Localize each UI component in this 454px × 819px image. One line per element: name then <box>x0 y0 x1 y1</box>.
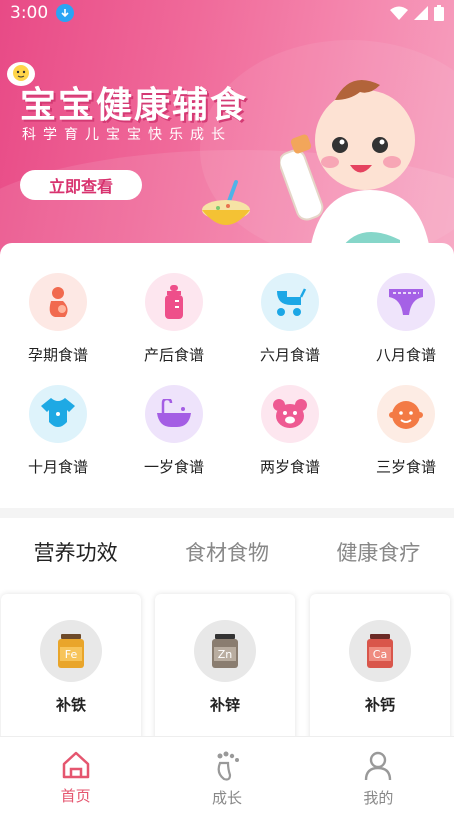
diaper-icon <box>377 273 435 331</box>
category-label: 三岁食谱 <box>375 458 436 476</box>
food-bowl-icon <box>202 180 250 225</box>
tab-nutrition-effects[interactable]: 营养功效 <box>0 537 151 567</box>
banner[interactable]: 宝宝健康辅食 科学育儿宝宝快乐成长 立即查看 <box>0 0 454 258</box>
nutrient-card-zinc[interactable]: Zn 补锌 <box>155 594 295 744</box>
category-two-years[interactable]: 两岁食谱 <box>232 385 348 477</box>
category-card: 孕期食谱 产后食谱 六月食谱 八月食谱 十月食谱 一岁食谱 两岁食谱 三岁食谱 <box>0 243 454 508</box>
category-label: 两岁食谱 <box>259 458 320 476</box>
category-label: 产后食谱 <box>143 346 204 364</box>
nav-label: 首页 <box>60 787 91 805</box>
nav-mine[interactable]: 我的 <box>303 737 454 819</box>
svg-text:Zn: Zn <box>218 648 233 661</box>
baby-face-icon <box>377 385 435 443</box>
footprint-icon <box>217 751 239 781</box>
category-label: 一岁食谱 <box>143 458 204 476</box>
banner-title: 宝宝健康辅食 <box>20 85 249 126</box>
nutrient-name: 补锌 <box>209 696 240 714</box>
nav-label: 成长 <box>211 789 242 807</box>
pregnant-icon <box>29 273 87 331</box>
category-label: 八月食谱 <box>375 346 436 364</box>
signal-icon <box>414 6 428 20</box>
calcium-jar-icon: Ca <box>349 620 411 682</box>
category-ten-months[interactable]: 十月食谱 <box>0 385 116 477</box>
zinc-jar-icon: Zn <box>194 620 256 682</box>
wifi-icon <box>390 6 408 20</box>
bottom-navigation: 首页 成长 我的 <box>0 736 454 819</box>
nutrient-name: 补钙 <box>364 696 395 714</box>
category-six-months[interactable]: 六月食谱 <box>232 273 348 365</box>
battery-icon <box>434 5 444 21</box>
nav-home[interactable]: 首页 <box>0 737 151 819</box>
status-time: 3:00 <box>10 3 49 23</box>
nav-growth[interactable]: 成长 <box>151 737 302 819</box>
tab-ingredients[interactable]: 食材食物 <box>151 537 302 567</box>
category-eight-months[interactable]: 八月食谱 <box>348 273 454 365</box>
baby-clothes-icon <box>29 385 87 443</box>
nutrient-card-iron[interactable]: Fe 补铁 <box>1 594 141 744</box>
user-icon <box>365 751 392 781</box>
svg-text:Ca: Ca <box>373 648 387 661</box>
recipe-tabs: 营养功效 食材食物 健康食疗 <box>0 518 454 586</box>
teddy-bear-icon <box>261 385 319 443</box>
category-grid: 孕期食谱 产后食谱 六月食谱 八月食谱 十月食谱 一岁食谱 两岁食谱 三岁食谱 <box>0 273 454 477</box>
category-label: 六月食谱 <box>259 346 320 364</box>
category-three-years[interactable]: 三岁食谱 <box>348 385 454 477</box>
category-label: 孕期食谱 <box>27 346 88 364</box>
svg-text:Fe: Fe <box>65 648 78 661</box>
download-icon <box>56 4 75 22</box>
baby-bottle-icon <box>145 273 203 331</box>
bathtub-icon <box>145 385 203 443</box>
category-pregnancy[interactable]: 孕期食谱 <box>0 273 116 365</box>
stroller-icon <box>261 273 319 331</box>
status-bar: 3:00 <box>0 0 454 26</box>
banner-subtitle: 科学育儿宝宝快乐成长 <box>22 127 232 143</box>
tab-diet-therapy[interactable]: 健康食疗 <box>303 537 454 567</box>
nutrient-list: Fe 补铁 Zn 补锌 Ca 补钙 <box>0 586 454 744</box>
category-postpartum[interactable]: 产后食谱 <box>116 273 232 365</box>
category-label: 十月食谱 <box>27 458 88 476</box>
home-icon <box>62 751 89 779</box>
nutrient-name: 补铁 <box>55 696 86 714</box>
iron-jar-icon: Fe <box>40 620 102 682</box>
category-one-year[interactable]: 一岁食谱 <box>116 385 232 477</box>
baby-illustration <box>280 80 430 250</box>
nav-label: 我的 <box>363 789 394 807</box>
view-now-button[interactable]: 立即查看 <box>20 170 142 200</box>
nutrient-card-calcium[interactable]: Ca 补钙 <box>310 594 450 744</box>
